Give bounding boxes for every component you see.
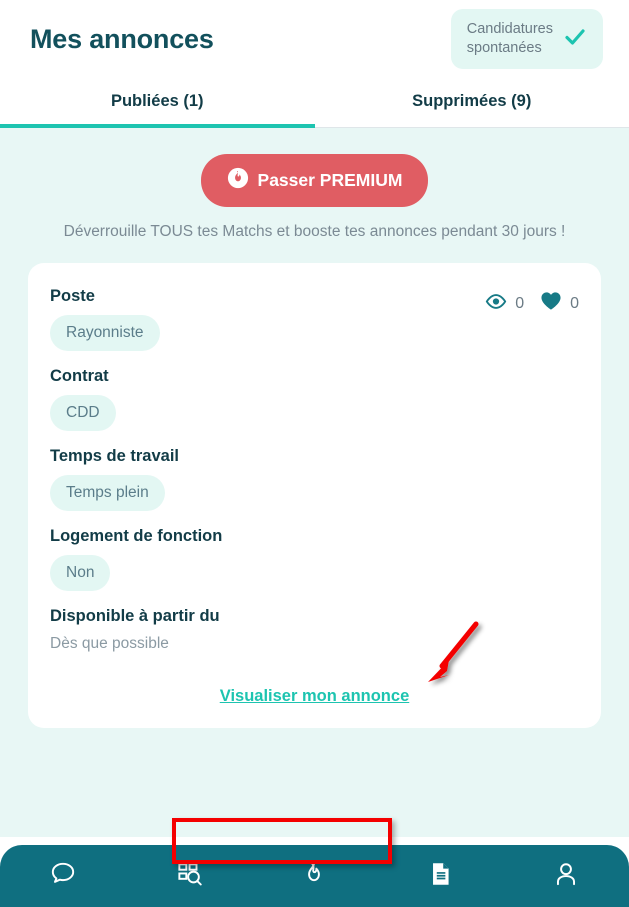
field-label-logement: Logement de fonction <box>50 527 223 545</box>
field-value-disponibilite: Dès que possible <box>50 635 169 652</box>
tab-published[interactable]: Publiées (1) <box>0 78 315 128</box>
heart-icon <box>540 291 562 316</box>
go-premium-button[interactable]: Passer PREMIUM <box>200 154 429 207</box>
flame-icon <box>299 859 329 894</box>
listing-card-header: Poste Rayonniste 0 0 <box>50 287 579 367</box>
eye-icon <box>485 293 507 315</box>
page-header: Mes annonces Candidatures spontanées <box>0 0 629 78</box>
spontaneous-applications-badge[interactable]: Candidatures spontanées <box>450 8 603 70</box>
badge-line-1: Candidatures <box>466 20 553 37</box>
tab-bar: Publiées (1) Supprimées (9) <box>0 78 629 128</box>
listing-card: Poste Rayonniste 0 0 Contrat CDD Temps d… <box>28 263 601 728</box>
nav-item-profile[interactable] <box>536 853 596 899</box>
page-title: Mes annonces <box>30 23 214 54</box>
content-area: Passer PREMIUM Déverrouille TOUS tes Mat… <box>0 128 629 864</box>
field-disponibilite: Disponible à partir du Dès que possible <box>50 607 579 653</box>
field-value-contrat: CDD <box>50 395 116 431</box>
listing-stats: 0 0 <box>485 287 579 316</box>
badge-line-2: spontanées <box>466 40 542 56</box>
field-label-disponibilite: Disponible à partir du <box>50 607 220 625</box>
nav-item-chat[interactable] <box>33 853 93 899</box>
field-label-poste: Poste <box>50 287 95 305</box>
field-value-temps-de-travail: Temps plein <box>50 475 165 511</box>
chat-bubble-icon <box>48 859 78 894</box>
spontaneous-applications-label: Candidatures spontanées <box>467 20 553 59</box>
field-contrat: Contrat CDD <box>50 367 579 431</box>
view-listing-link[interactable]: Visualiser mon annonce <box>220 687 410 705</box>
premium-subtitle: Déverrouille TOUS tes Matchs et booste t… <box>63 223 566 240</box>
person-icon <box>551 859 581 894</box>
field-logement: Logement de fonction Non <box>50 527 579 591</box>
stat-views: 0 <box>485 293 524 315</box>
listing-link-row: Visualiser mon annonce <box>50 669 579 728</box>
premium-promo: Passer PREMIUM Déverrouille TOUS tes Mat… <box>0 128 629 241</box>
field-temps-de-travail: Temps de travail Temps plein <box>50 447 579 511</box>
field-label-contrat: Contrat <box>50 367 109 385</box>
go-premium-label: Passer PREMIUM <box>257 170 403 190</box>
nav-item-ads[interactable] <box>410 853 470 899</box>
field-label-temps-de-travail: Temps de travail <box>50 447 179 465</box>
check-icon <box>563 25 587 54</box>
bottom-navigation <box>0 845 629 907</box>
field-poste: Poste Rayonniste <box>50 287 160 351</box>
tab-deleted[interactable]: Supprimées (9) <box>315 78 629 127</box>
flame-icon <box>227 167 249 194</box>
field-value-logement: Non <box>50 555 111 591</box>
stat-likes-value: 0 <box>570 294 579 312</box>
job-search-icon <box>174 859 204 894</box>
stat-likes: 0 <box>540 291 579 316</box>
nav-item-search[interactable] <box>159 853 219 899</box>
field-value-poste: Rayonniste <box>50 315 160 351</box>
stat-views-value: 0 <box>515 294 525 312</box>
nav-item-matches[interactable] <box>284 853 344 899</box>
document-icon <box>425 859 455 894</box>
